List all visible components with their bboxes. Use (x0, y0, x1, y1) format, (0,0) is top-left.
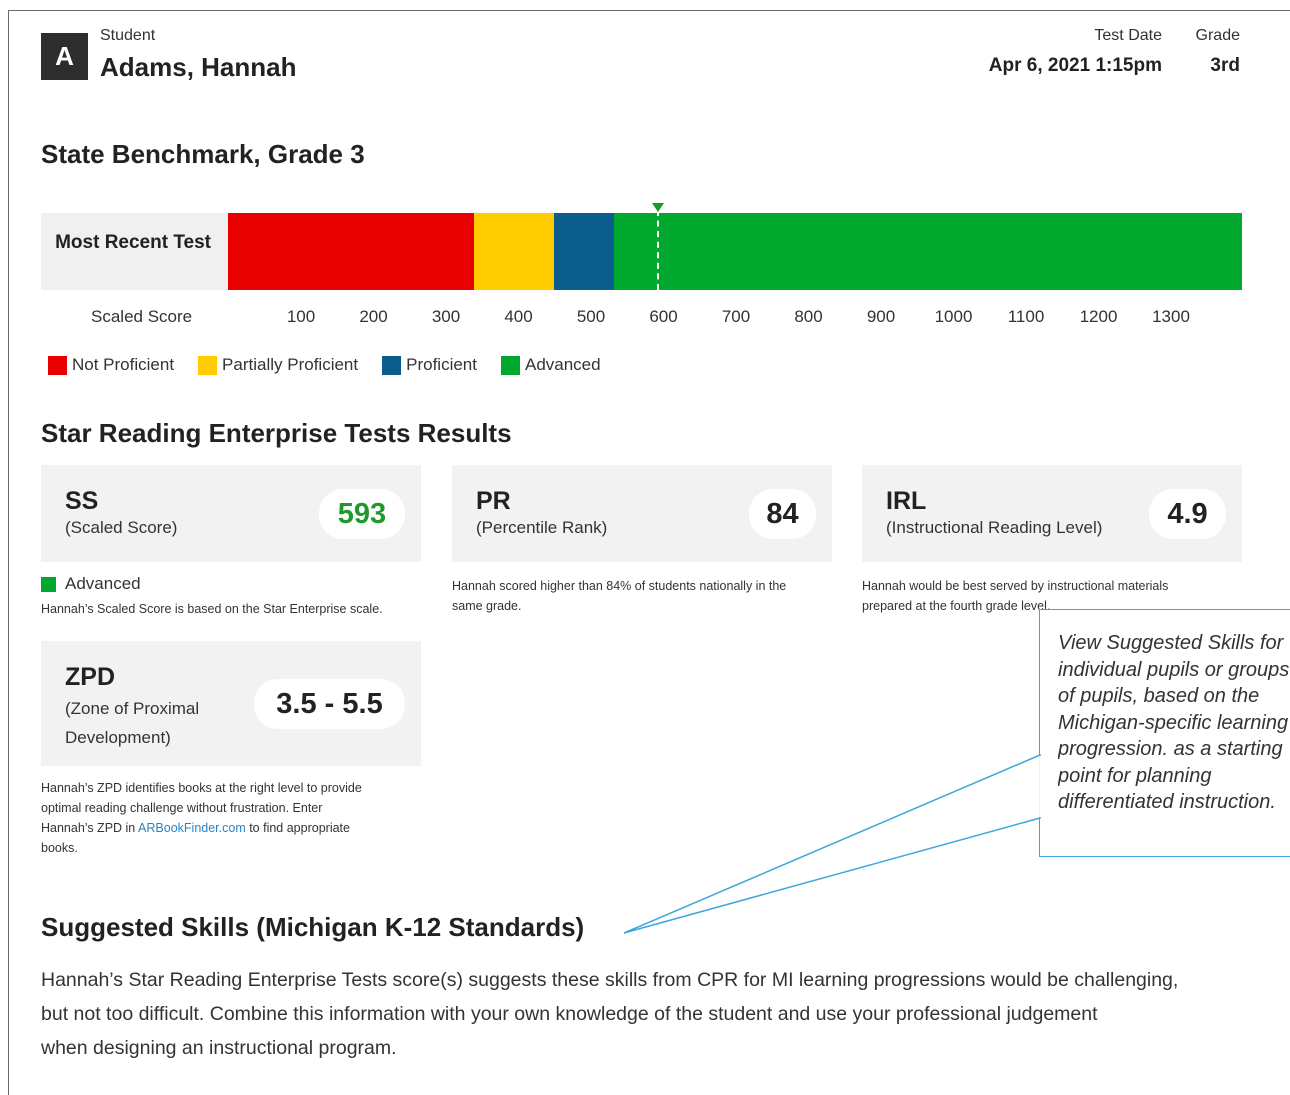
callout-line: progression. as a starting (1058, 738, 1283, 760)
callout-text: View Suggested Skills for individual pup… (1058, 630, 1290, 816)
callout-line: point for planning (1058, 764, 1212, 787)
callout-line: individual pupils or groups (1058, 658, 1290, 681)
callout-line: Michigan-specific learning (1058, 711, 1289, 734)
callout-line: View Suggested Skills for (1058, 632, 1284, 654)
callout-pointer-shape (623, 753, 1041, 934)
callout-line: differentiated instruction. (1058, 791, 1276, 813)
callout-pointer (623, 753, 1042, 934)
callout-line: of pupils, based on the (1058, 685, 1260, 707)
